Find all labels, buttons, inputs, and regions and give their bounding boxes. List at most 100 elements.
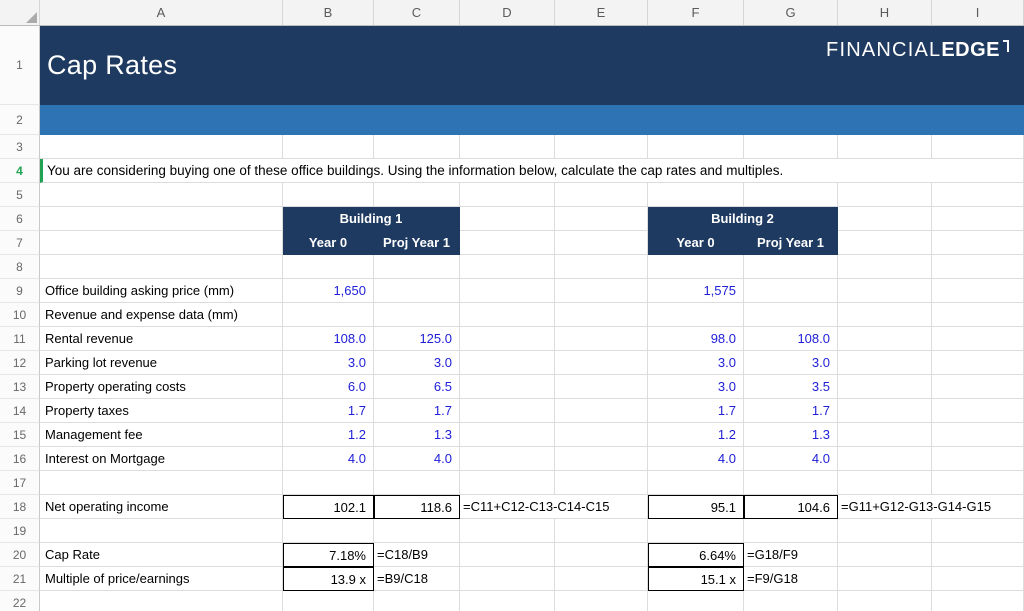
cell[interactable]	[932, 279, 1024, 303]
cell[interactable]	[838, 543, 932, 567]
cell[interactable]	[283, 183, 374, 207]
cell[interactable]	[40, 183, 283, 207]
cell-opcost-b2-year0[interactable]: 3.0	[648, 375, 744, 399]
col-header-G[interactable]: G	[744, 0, 838, 25]
cell-noi-b2-year0[interactable]: 95.1	[648, 495, 744, 519]
cell-caprate-label[interactable]: Cap Rate	[40, 543, 283, 567]
row-header-18[interactable]: 18	[0, 495, 40, 519]
cell[interactable]	[460, 543, 555, 567]
cell-multiple-label[interactable]: Multiple of price/earnings	[40, 567, 283, 591]
cell[interactable]	[555, 327, 648, 351]
cell-rental-b1-year0[interactable]: 108.0	[283, 327, 374, 351]
row-header-14[interactable]: 14	[0, 399, 40, 423]
cell[interactable]	[555, 207, 648, 231]
cell-asking-label[interactable]: Office building asking price (mm)	[40, 279, 283, 303]
cell[interactable]	[838, 207, 932, 231]
row-header-22[interactable]: 22	[0, 591, 40, 611]
row-header-16[interactable]: 16	[0, 447, 40, 471]
cell[interactable]	[648, 471, 744, 495]
cell-interest-b2-proj[interactable]: 4.0	[744, 447, 838, 471]
cell-taxes-b1-proj[interactable]: 1.7	[374, 399, 460, 423]
cell[interactable]	[460, 231, 555, 255]
cell[interactable]	[648, 135, 744, 159]
cell[interactable]	[932, 207, 1024, 231]
cell-taxes-b2-proj[interactable]: 1.7	[744, 399, 838, 423]
cell-parking-b2-year0[interactable]: 3.0	[648, 351, 744, 375]
row-header-10[interactable]: 10	[0, 303, 40, 327]
cell-noi-label[interactable]: Net operating income	[40, 495, 283, 519]
cell[interactable]	[648, 519, 744, 543]
row-header-11[interactable]: 11	[0, 327, 40, 351]
row-header-5[interactable]: 5	[0, 183, 40, 207]
blue-band-cell[interactable]	[40, 105, 1024, 135]
cell[interactable]	[283, 591, 374, 611]
cell[interactable]	[374, 303, 460, 327]
cell[interactable]	[460, 303, 555, 327]
cell[interactable]	[932, 375, 1024, 399]
cell-parking-b1-year0[interactable]: 3.0	[283, 351, 374, 375]
select-all-corner[interactable]	[0, 0, 40, 25]
cell[interactable]	[555, 255, 648, 279]
cell[interactable]	[374, 471, 460, 495]
cell-asking-b1[interactable]: 1,650	[283, 279, 374, 303]
cell-multiple-b1[interactable]: 13.9 x	[283, 567, 374, 591]
cell[interactable]	[374, 519, 460, 543]
cell[interactable]	[838, 327, 932, 351]
cell[interactable]	[838, 135, 932, 159]
cell[interactable]	[932, 399, 1024, 423]
cell[interactable]	[838, 303, 932, 327]
cell[interactable]	[932, 303, 1024, 327]
cell[interactable]	[838, 255, 932, 279]
cell[interactable]	[932, 471, 1024, 495]
cell[interactable]	[555, 543, 648, 567]
cell[interactable]	[932, 351, 1024, 375]
cell[interactable]	[932, 135, 1024, 159]
cell[interactable]	[932, 255, 1024, 279]
cell-opcost-b2-proj[interactable]: 3.5	[744, 375, 838, 399]
cell[interactable]	[460, 567, 555, 591]
cell[interactable]	[932, 231, 1024, 255]
instruction-cell[interactable]: You are considering buying one of these …	[40, 159, 1024, 183]
cell[interactable]	[460, 351, 555, 375]
cell[interactable]	[460, 471, 555, 495]
cell-taxes-b1-year0[interactable]: 1.7	[283, 399, 374, 423]
cell-parking-label[interactable]: Parking lot revenue	[40, 351, 283, 375]
cell-interest-b2-year0[interactable]: 4.0	[648, 447, 744, 471]
cell-caprate-b2[interactable]: 6.64%	[648, 543, 744, 567]
cell[interactable]	[460, 135, 555, 159]
cell[interactable]	[460, 447, 555, 471]
title-banner-cell[interactable]: Cap Rates FINANCIALEDGE	[40, 26, 1024, 105]
cell[interactable]	[838, 399, 932, 423]
cell-interest-b1-year0[interactable]: 4.0	[283, 447, 374, 471]
cell-multiple-formula-b1[interactable]: =B9/C18	[374, 567, 460, 591]
cell[interactable]	[838, 471, 932, 495]
cell[interactable]	[40, 231, 283, 255]
row-header-4[interactable]: 4	[0, 159, 40, 183]
b2-proj-year1-header[interactable]: Proj Year 1	[744, 231, 838, 255]
cell[interactable]	[744, 303, 838, 327]
cell-mgmt-b1-proj[interactable]: 1.3	[374, 423, 460, 447]
cell[interactable]	[555, 279, 648, 303]
cell[interactable]	[374, 183, 460, 207]
b1-proj-year1-header[interactable]: Proj Year 1	[374, 231, 460, 255]
row-header-21[interactable]: 21	[0, 567, 40, 591]
cell-rental-label[interactable]: Rental revenue	[40, 327, 283, 351]
cell-parking-b1-proj[interactable]: 3.0	[374, 351, 460, 375]
row-header-12[interactable]: 12	[0, 351, 40, 375]
row-header-9[interactable]: 9	[0, 279, 40, 303]
row-header-19[interactable]: 19	[0, 519, 40, 543]
cell[interactable]	[40, 471, 283, 495]
cell[interactable]	[744, 255, 838, 279]
cell-mgmt-b2-proj[interactable]: 1.3	[744, 423, 838, 447]
row-header-6[interactable]: 6	[0, 207, 40, 231]
cell-section-label[interactable]: Revenue and expense data (mm)	[40, 303, 283, 327]
cell[interactable]	[555, 231, 648, 255]
cell-noi-formula-b1[interactable]: =C11+C12-C13-C14-C15	[460, 495, 648, 519]
col-header-E[interactable]: E	[555, 0, 648, 25]
cell[interactable]	[374, 591, 460, 611]
cell-caprate-b1[interactable]: 7.18%	[283, 543, 374, 567]
row-header-7[interactable]: 7	[0, 231, 40, 255]
cell-rental-b1-proj[interactable]: 125.0	[374, 327, 460, 351]
col-header-D[interactable]: D	[460, 0, 555, 25]
cell[interactable]	[460, 423, 555, 447]
